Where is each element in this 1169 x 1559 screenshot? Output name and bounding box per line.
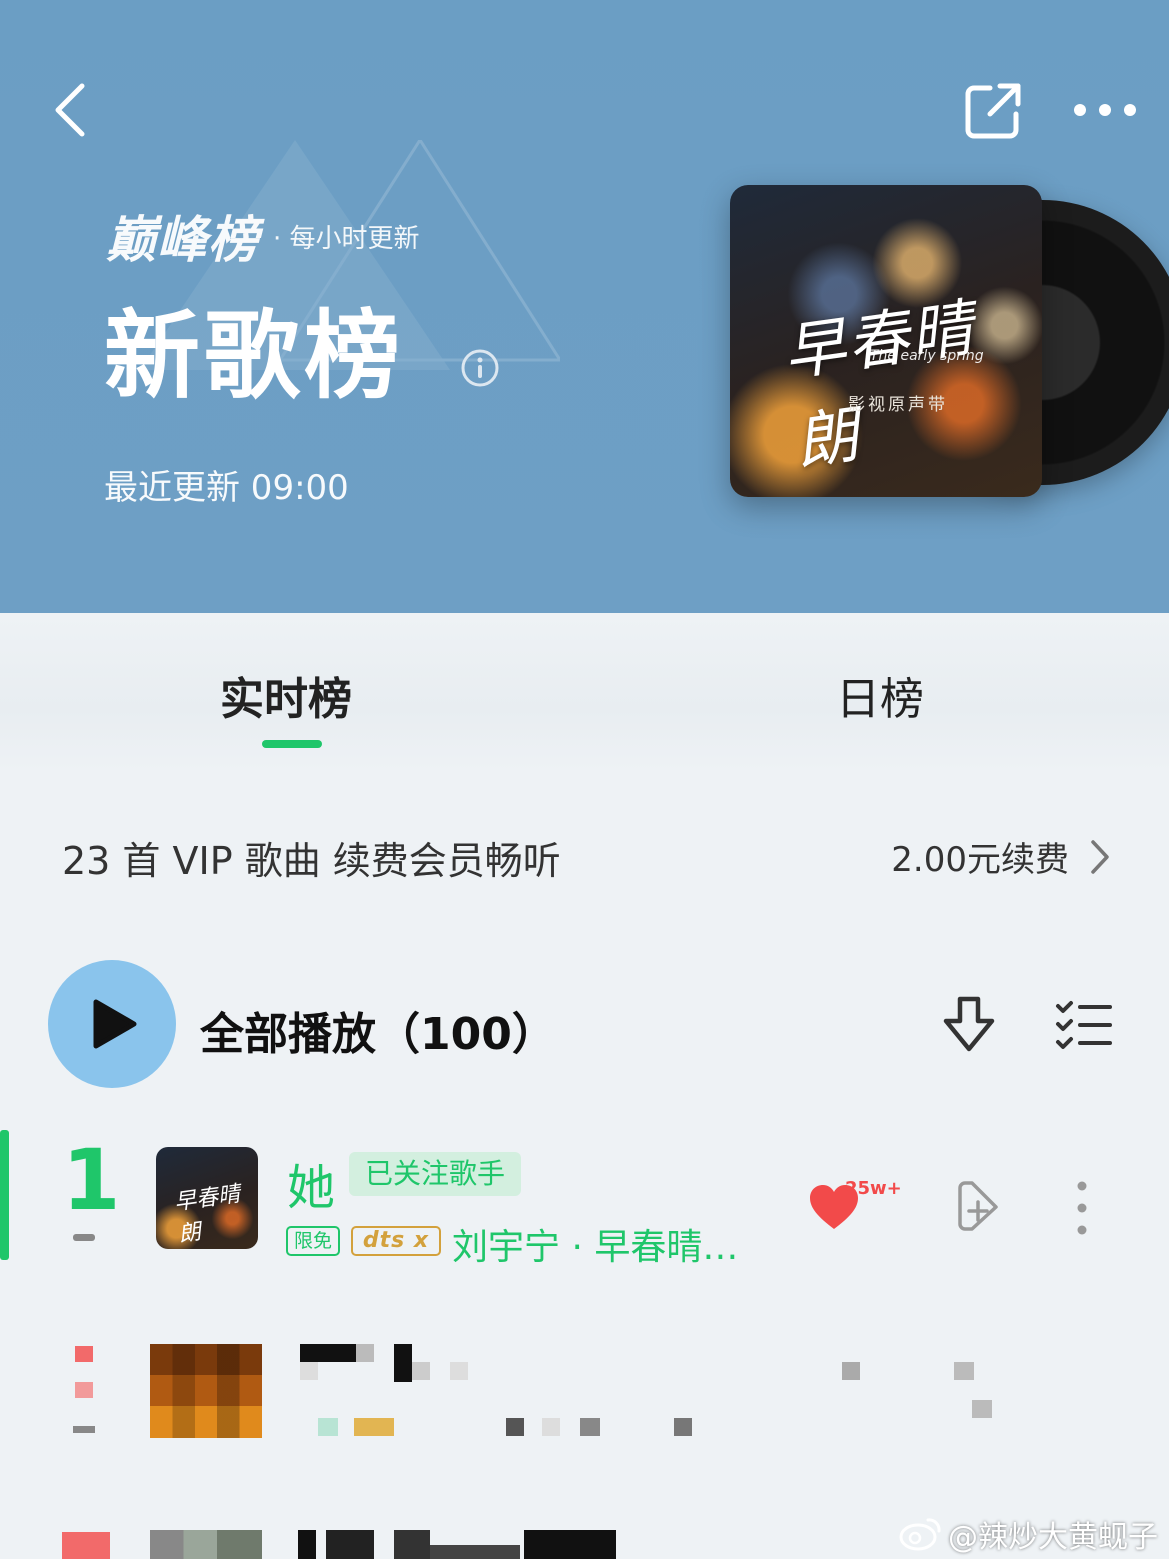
chart-tabs: 实时榜 日榜 [0,613,1169,773]
renew-button[interactable]: 2.00元续费 [891,832,1111,881]
censor-block [542,1418,560,1436]
song-artist-album[interactable]: 刘宇宁 · 早春晴… [452,1218,772,1270]
weibo-watermark: @辣炒大黄蚬子 [898,1512,1158,1556]
chart-cover-art[interactable]: 早春晴朗 The early spring 影视原声带 [730,185,1042,497]
censor-block [450,1362,468,1380]
rank-trend-up [62,1532,110,1559]
song-thumbnail[interactable]: 早春晴朗 [156,1147,258,1249]
back-arrow-icon[interactable] [50,80,100,140]
last-updated: 最近更新 09:00 [104,468,349,508]
brand-name: 巅峰榜 [106,211,259,269]
watermark-text: @辣炒大黄蚬子 [948,1520,1158,1555]
rank-trend-up [75,1382,93,1398]
multi-select-icon[interactable] [1054,1000,1114,1050]
active-tab-indicator [262,740,322,748]
dts-quality-tag: dts x [351,1226,441,1256]
vip-banner-text: 23 首 VIP 歌曲 续费会员畅听 [62,839,561,883]
more-icon[interactable] [1072,95,1138,125]
censor-block [394,1344,412,1382]
update-frequency: · 每小时更新 [273,223,420,254]
like-count: 25w+ [845,1178,902,1199]
renew-label: 2.00元续费 [891,840,1069,880]
censor-block [298,1530,316,1559]
now-playing-indicator [0,1130,9,1260]
brand-row: 巅峰榜 · 每小时更新 [106,200,420,272]
censor-block [842,1362,860,1380]
song-rank: 1 [62,1131,121,1229]
censor-block [300,1362,318,1380]
tab-daily[interactable]: 日榜 [836,663,924,727]
censor-block [580,1418,600,1436]
rank-trend-up [75,1346,93,1362]
censor-block [356,1344,374,1362]
chevron-right-icon [1091,839,1109,874]
info-icon[interactable] [460,348,500,388]
censor-block [300,1344,356,1362]
add-to-playlist-icon[interactable] [952,1180,1002,1232]
censor-block [674,1418,692,1436]
weibo-logo-icon [899,1518,941,1551]
censor-block [524,1530,616,1559]
cover-subtitle: The early spring [870,348,984,364]
download-icon[interactable] [940,995,998,1055]
free-limited-tag: 限免 [286,1226,341,1256]
censor-block [506,1418,524,1436]
cover-tag: 影视原声带 [848,395,948,415]
play-all-button[interactable] [48,960,176,1088]
share-icon[interactable] [962,80,1024,142]
song-more-icon[interactable] [1068,1180,1096,1236]
thumbnail-title: 早春晴朗 [172,1181,242,1248]
censor-block [430,1545,520,1559]
censor-block [412,1362,430,1380]
tab-realtime[interactable]: 实时榜 [220,663,352,727]
page-title: 新歌榜 [104,300,404,412]
censor-block [354,1418,394,1436]
song-thumbnail-censored [150,1344,262,1438]
song-title[interactable]: 她 [287,1148,335,1218]
rank-trend-flat [73,1234,95,1241]
play-all-label[interactable]: 全部播放（100） [200,998,556,1062]
censor-block [972,1400,992,1418]
followed-artist-badge: 已关注歌手 [349,1152,522,1196]
censor-block [394,1530,430,1559]
censor-block [318,1418,338,1436]
censor-block [326,1530,374,1559]
rank-trend-mark [73,1426,95,1433]
song-thumbnail-censored [150,1530,262,1559]
censor-block [954,1362,974,1380]
cover-title: 早春晴朗 [778,290,979,479]
play-icon [93,999,137,1049]
chart-header: 巅峰榜 · 每小时更新 新歌榜 最近更新 09:00 早春晴朗 The earl… [0,0,1169,613]
